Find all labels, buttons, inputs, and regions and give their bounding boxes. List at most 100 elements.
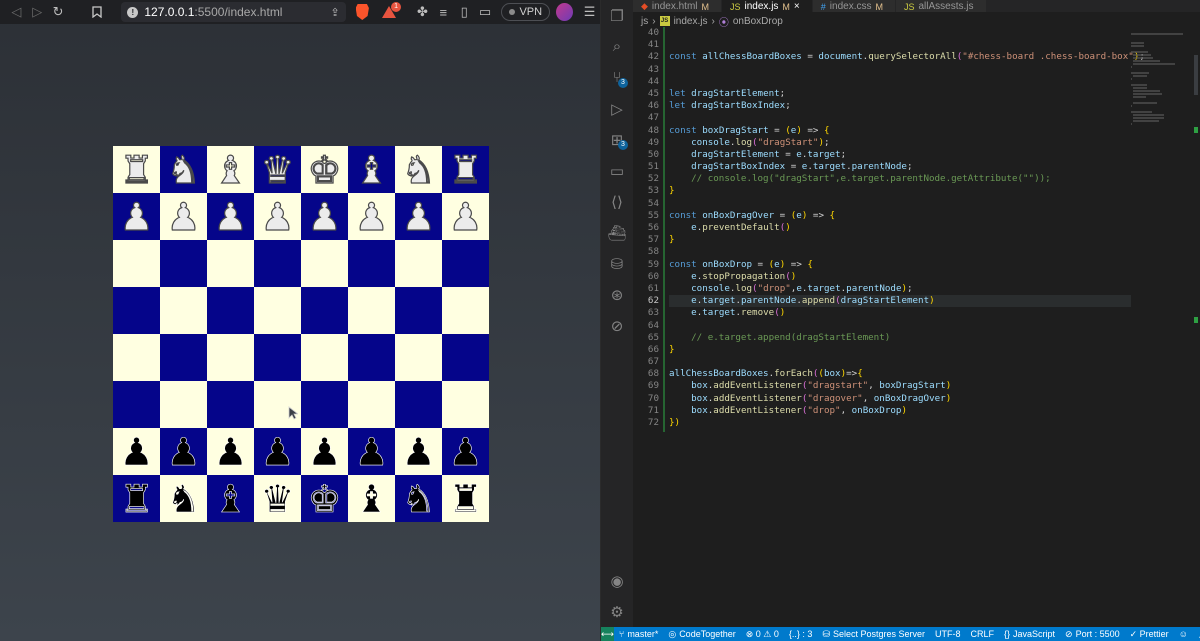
address-bar[interactable]: ! 127.0.0.1:5500/index.html ⇪ bbox=[121, 2, 346, 22]
code-line[interactable] bbox=[669, 27, 1131, 39]
code-line[interactable]: allChessBoardBoxes.forEach((box)=>{ bbox=[669, 368, 1131, 380]
code-line[interactable]: e.preventDefault() bbox=[669, 222, 1131, 234]
chess-piece[interactable]: ♟ bbox=[401, 432, 436, 471]
code-line[interactable] bbox=[669, 320, 1131, 332]
chess-board-box[interactable]: ♟ bbox=[442, 193, 489, 240]
playlist-icon[interactable]: ≡ bbox=[433, 0, 454, 24]
editor-scrollbar[interactable] bbox=[1192, 27, 1200, 627]
status-postgres[interactable]: ⛁ Select Postgres Server bbox=[817, 629, 930, 640]
explorer-icon[interactable]: ❐ bbox=[601, 0, 633, 31]
search-icon[interactable]: ⌕ bbox=[601, 31, 633, 62]
chess-board-box[interactable]: ♝ bbox=[207, 146, 254, 193]
chess-piece[interactable]: ♜ bbox=[448, 150, 483, 189]
chess-board-box[interactable] bbox=[301, 334, 348, 381]
code-line[interactable]: console.log("drop",e.target.parentNode); bbox=[669, 283, 1131, 295]
code-line[interactable]: e.stopPropagation() bbox=[669, 271, 1131, 283]
code-line[interactable] bbox=[669, 76, 1131, 88]
chess-board-box[interactable]: ♟ bbox=[301, 193, 348, 240]
live-share-icon[interactable]: ⊘ bbox=[601, 310, 633, 341]
status-encoding[interactable]: UTF-8 bbox=[930, 629, 966, 640]
chess-board-box[interactable] bbox=[395, 334, 442, 381]
chess-piece[interactable]: ♚ bbox=[307, 150, 342, 189]
chess-board-box[interactable] bbox=[113, 381, 160, 428]
code-line[interactable]: let dragStartBoxIndex; bbox=[669, 100, 1131, 112]
chess-board-box[interactable]: ♟ bbox=[395, 193, 442, 240]
code-line[interactable]: // console.log("dragStart",e.target.pare… bbox=[669, 173, 1131, 185]
code-line[interactable]: dragStartElement = e.target; bbox=[669, 149, 1131, 161]
remote-indicator-icon[interactable]: ⟷ bbox=[601, 627, 614, 641]
chess-board-box[interactable] bbox=[113, 240, 160, 287]
extensions-icon[interactable]: ✤ bbox=[412, 0, 433, 24]
back-icon[interactable]: ◁ bbox=[6, 0, 27, 24]
code-line[interactable] bbox=[669, 39, 1131, 51]
git-graph-icon[interactable]: ⊛ bbox=[601, 279, 633, 310]
chess-piece[interactable]: ♟ bbox=[213, 432, 248, 471]
wallet-icon[interactable]: ▭ bbox=[475, 0, 496, 24]
chess-board-box[interactable]: ♚ bbox=[301, 475, 348, 522]
chess-board-box[interactable]: ♛ bbox=[254, 475, 301, 522]
code-line[interactable]: const allChessBoardBoxes = document.quer… bbox=[669, 51, 1145, 63]
vpn-button[interactable]: VPN bbox=[501, 3, 551, 21]
tab-index-js[interactable]: JS index.js M × bbox=[722, 0, 813, 12]
tab-index-css[interactable]: # index.css M bbox=[812, 0, 896, 12]
chess-piece[interactable]: ♟ bbox=[401, 197, 436, 236]
chess-board-box[interactable]: ♜ bbox=[442, 146, 489, 193]
code-line[interactable]: }) bbox=[669, 417, 1131, 429]
code-line[interactable]: const boxDragStart = (e) => { bbox=[669, 125, 1131, 137]
chess-board-box[interactable] bbox=[395, 240, 442, 287]
chess-board-box[interactable]: ♟ bbox=[113, 428, 160, 475]
chess-piece[interactable]: ♟ bbox=[260, 432, 295, 471]
chess-board-box[interactable] bbox=[348, 240, 395, 287]
chess-board-box[interactable]: ♟ bbox=[160, 428, 207, 475]
status-prettier[interactable]: ✓ Prettier bbox=[1125, 629, 1174, 640]
status-selection[interactable]: {..} : 3 bbox=[784, 629, 818, 639]
chess-board-box[interactable]: ♜ bbox=[442, 475, 489, 522]
chess-piece[interactable]: ♝ bbox=[354, 479, 389, 518]
breadcrumb-file[interactable]: index.js bbox=[674, 16, 708, 27]
chess-board-box[interactable]: ♚ bbox=[301, 146, 348, 193]
code-line[interactable]: } bbox=[669, 185, 1131, 197]
chess-board-box[interactable] bbox=[207, 334, 254, 381]
code-line[interactable]: e.target.remove() bbox=[669, 307, 1131, 319]
chess-board-box[interactable]: ♞ bbox=[395, 475, 442, 522]
chess-board-box[interactable]: ♞ bbox=[160, 146, 207, 193]
chess-piece[interactable]: ♟ bbox=[307, 432, 342, 471]
chess-board-box[interactable] bbox=[207, 240, 254, 287]
chess-board-box[interactable]: ♟ bbox=[113, 193, 160, 240]
chess-board-box[interactable] bbox=[442, 287, 489, 334]
chess-board-box[interactable] bbox=[254, 381, 301, 428]
database-icon[interactable]: ⛁ bbox=[601, 248, 633, 279]
remote-explorer-icon[interactable]: ▭ bbox=[601, 155, 633, 186]
bookmark-icon[interactable] bbox=[87, 0, 108, 24]
chess-board-box[interactable]: ♝ bbox=[348, 475, 395, 522]
chess-board-box[interactable]: ♜ bbox=[113, 475, 160, 522]
sidebar-icon[interactable]: ▯ bbox=[454, 0, 475, 24]
chess-board-box[interactable] bbox=[442, 334, 489, 381]
chess-board-box[interactable] bbox=[442, 240, 489, 287]
chess-board-box[interactable] bbox=[301, 240, 348, 287]
chess-board-box[interactable] bbox=[442, 381, 489, 428]
code-editor[interactable]: const allChessBoardBoxes = document.quer… bbox=[669, 27, 1145, 627]
code-line[interactable] bbox=[669, 198, 1131, 210]
chess-board-box[interactable]: ♜ bbox=[113, 146, 160, 193]
chess-board-box[interactable] bbox=[348, 381, 395, 428]
chess-piece[interactable]: ♚ bbox=[307, 479, 342, 518]
chess-piece[interactable]: ♟ bbox=[307, 197, 342, 236]
code-line[interactable]: e.target.parentNode.append(dragStartElem… bbox=[669, 295, 1131, 308]
chess-board-box[interactable] bbox=[395, 381, 442, 428]
account-icon[interactable]: ◉ bbox=[601, 565, 633, 596]
status-codetogether[interactable]: ◎ CodeTogether bbox=[663, 629, 740, 640]
chess-board-box[interactable] bbox=[254, 240, 301, 287]
chess-board-box[interactable] bbox=[160, 240, 207, 287]
chess-board-box[interactable]: ♟ bbox=[395, 428, 442, 475]
chess-board-box[interactable]: ♟ bbox=[348, 428, 395, 475]
reload-icon[interactable]: ↻ bbox=[48, 0, 69, 24]
chess-board-box[interactable]: ♞ bbox=[395, 146, 442, 193]
code-line[interactable] bbox=[669, 246, 1131, 258]
docker-icon[interactable]: ⛴ bbox=[601, 217, 633, 248]
code-line[interactable]: } bbox=[669, 344, 1131, 356]
notifications-icon[interactable]: 🔔︎ bbox=[1193, 629, 1200, 640]
extensions-icon[interactable]: ⊞ 3 bbox=[601, 124, 633, 155]
chess-board-box[interactable] bbox=[113, 334, 160, 381]
code-line[interactable]: let dragStartElement; bbox=[669, 88, 1131, 100]
